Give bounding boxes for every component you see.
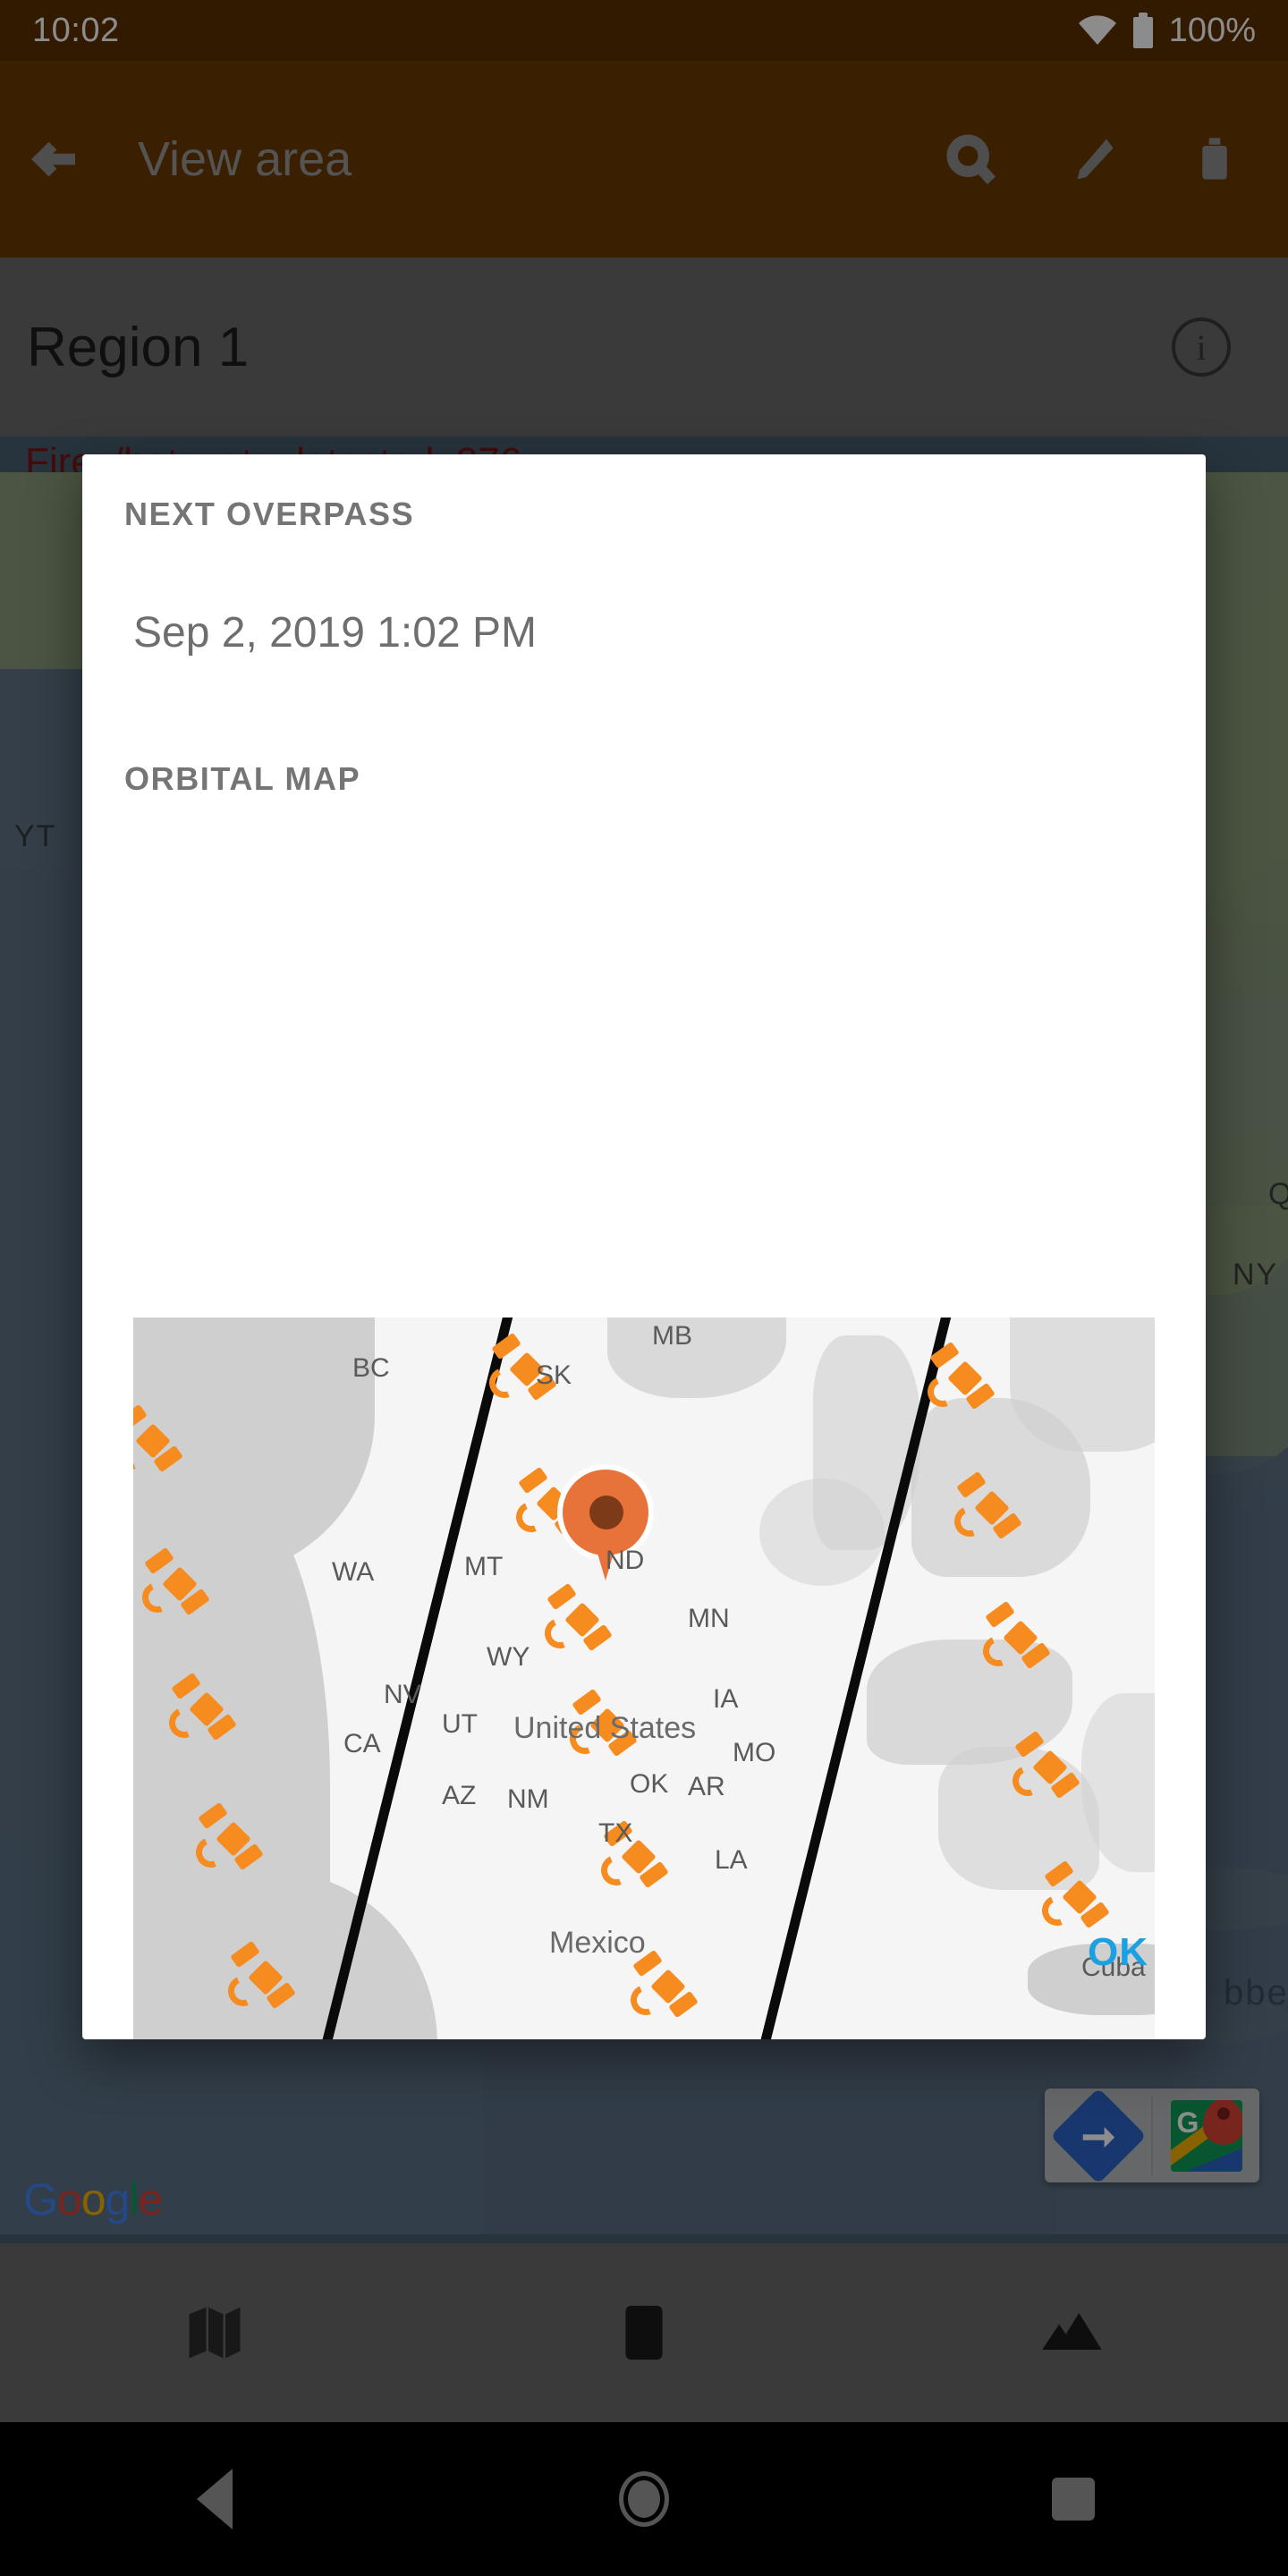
map-label: SK xyxy=(536,1360,572,1390)
satellite-icon xyxy=(632,1949,699,2019)
map-label: TX xyxy=(598,1818,633,1848)
satellite-icon xyxy=(1014,1730,1080,1800)
satellite-icon xyxy=(956,1470,1022,1540)
satellite-icon xyxy=(144,1546,210,1616)
phone-screen: 10:02 100% View area Region 1 i YT Q NY … xyxy=(0,0,1288,2576)
map-label: NV xyxy=(384,1680,421,1709)
map-label: LA xyxy=(715,1845,748,1875)
satellite-icon xyxy=(230,1940,296,2010)
satellite-icon xyxy=(929,1341,996,1411)
overpass-dialog: NEXT OVERPASS Sep 2, 2019 1:02 PM ORBITA… xyxy=(82,454,1206,2039)
map-label-country: Mexico xyxy=(549,1926,646,1960)
next-overpass-value: Sep 2, 2019 1:02 PM xyxy=(133,609,537,657)
map-label: BC xyxy=(352,1353,390,1383)
map-label: WA xyxy=(332,1557,375,1587)
map-label: AZ xyxy=(442,1781,477,1810)
map-label: UT xyxy=(442,1709,478,1739)
map-label: NM xyxy=(507,1784,549,1814)
satellite-icon xyxy=(171,1672,237,1741)
satellite-icon xyxy=(1044,1860,1110,1929)
map-label: ND xyxy=(606,1546,645,1575)
map-label-country: United States xyxy=(513,1711,697,1745)
map-label: AR xyxy=(688,1772,725,1801)
map-label: OK xyxy=(630,1769,669,1799)
satellite-icon xyxy=(985,1600,1051,1670)
satellite-icon xyxy=(133,1403,183,1473)
map-label: MO xyxy=(733,1738,776,1767)
map-label: MB xyxy=(652,1321,692,1351)
map-label: MN xyxy=(688,1604,730,1633)
map-label: MT xyxy=(464,1552,504,1581)
satellite-icon xyxy=(198,1801,264,1871)
orbital-map[interactable]: BC SK MB WA MT ND MN WY IA NV UT CA Unit… xyxy=(133,1318,1155,2039)
map-label: CA xyxy=(343,1729,381,1758)
map-label: WY xyxy=(487,1642,530,1672)
map-label: IA xyxy=(713,1684,739,1714)
next-overpass-label: NEXT OVERPASS xyxy=(124,496,415,532)
orbital-map-label: ORBITAL MAP xyxy=(124,760,361,797)
ok-button[interactable]: OK xyxy=(1088,1930,1148,1975)
satellite-icon xyxy=(547,1582,613,1652)
